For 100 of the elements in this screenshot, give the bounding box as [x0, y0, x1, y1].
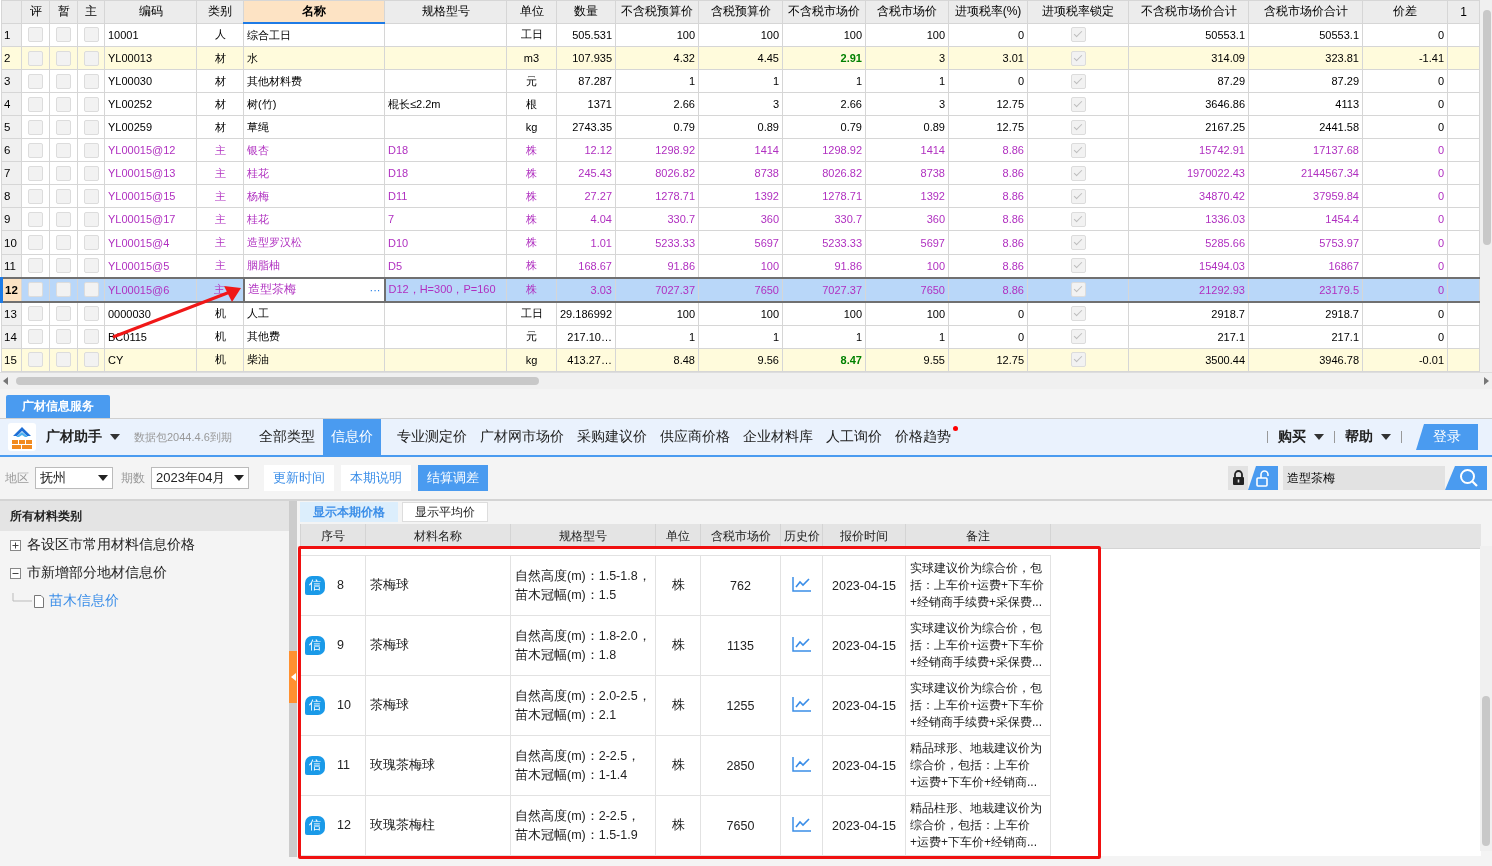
- checkbox[interactable]: [56, 282, 71, 298]
- checkbox[interactable]: [28, 235, 43, 250]
- checkbox[interactable]: [83, 73, 99, 89]
- checkbox[interactable]: [1070, 258, 1086, 274]
- row-number[interactable]: 15: [1, 348, 22, 372]
- checkbox[interactable]: [28, 211, 43, 227]
- checkbox[interactable]: [56, 119, 71, 135]
- line-chart-icon[interactable]: [791, 756, 812, 772]
- column-header[interactable]: 主: [77, 0, 105, 24]
- search-button[interactable]: [1445, 466, 1487, 490]
- expand-icon[interactable]: [10, 539, 21, 551]
- row-number[interactable]: 8: [1, 184, 22, 208]
- column-header[interactable]: 报价时间: [822, 524, 906, 549]
- checkbox[interactable]: [1070, 96, 1086, 112]
- checkbox[interactable]: [56, 211, 71, 227]
- checkbox[interactable]: [1070, 50, 1086, 66]
- nav-tab[interactable]: 采购建议价: [571, 419, 652, 455]
- column-header[interactable]: 含税市场价合计: [1248, 0, 1363, 24]
- column-header[interactable]: 进项税率(%): [948, 0, 1028, 24]
- column-header[interactable]: 备注: [905, 524, 1051, 549]
- checkbox[interactable]: [56, 73, 71, 89]
- menu-button[interactable]: 购买: [1278, 428, 1324, 446]
- row-number[interactable]: 2: [1, 46, 22, 70]
- column-header[interactable]: 含税预算价: [698, 0, 783, 24]
- checkbox[interactable]: [1070, 282, 1086, 298]
- lock-icon[interactable]: [1228, 466, 1248, 490]
- row-number[interactable]: 14: [1, 325, 22, 349]
- checkbox[interactable]: [83, 50, 99, 66]
- view-tab[interactable]: 显示平均价: [402, 502, 488, 522]
- checkbox[interactable]: [1070, 329, 1086, 345]
- column-header[interactable]: 评: [21, 0, 50, 24]
- scrollbar-thumb[interactable]: [1483, 10, 1491, 245]
- checkbox[interactable]: [1070, 235, 1086, 250]
- checkbox[interactable]: [1070, 211, 1086, 227]
- checkbox[interactable]: [83, 306, 99, 322]
- checkbox[interactable]: [56, 258, 71, 274]
- nav-tab[interactable]: 人工询价: [820, 419, 887, 455]
- column-header[interactable]: 数量: [556, 0, 616, 24]
- checkbox[interactable]: [83, 27, 99, 43]
- input-field[interactable]: 造型茶梅: [247, 281, 296, 299]
- checkbox[interactable]: [83, 258, 99, 274]
- collapse-handle[interactable]: [289, 651, 297, 703]
- nav-tab[interactable]: 广材网市场价: [474, 419, 569, 455]
- checkbox[interactable]: [83, 352, 99, 368]
- line-chart-icon[interactable]: [791, 696, 812, 712]
- checkbox[interactable]: [83, 142, 99, 158]
- row-number[interactable]: 9: [1, 207, 22, 231]
- checkbox[interactable]: [28, 329, 43, 345]
- checkbox[interactable]: [83, 329, 99, 345]
- column-header[interactable]: 含税市场价: [865, 0, 949, 24]
- row-number[interactable]: 6: [1, 138, 22, 162]
- checkbox[interactable]: [83, 188, 99, 204]
- nav-tab[interactable]: 专业测定价: [391, 419, 472, 455]
- column-header[interactable]: 价差: [1362, 0, 1448, 24]
- collapse-icon[interactable]: [10, 567, 21, 579]
- checkbox[interactable]: [56, 50, 71, 66]
- checkbox[interactable]: [28, 27, 43, 43]
- checkbox[interactable]: [1070, 306, 1086, 322]
- checkbox[interactable]: [83, 211, 99, 227]
- column-header[interactable]: 暂: [49, 0, 78, 24]
- checkbox[interactable]: [56, 165, 71, 181]
- checkbox[interactable]: [83, 165, 99, 181]
- checkbox[interactable]: [28, 50, 43, 66]
- checkbox[interactable]: [28, 142, 43, 158]
- checkbox[interactable]: [56, 96, 71, 112]
- column-header[interactable]: 编码: [104, 0, 197, 24]
- checkbox[interactable]: [28, 188, 43, 204]
- column-header[interactable]: 类别: [196, 0, 244, 24]
- nav-tab[interactable]: 企业材料库: [737, 419, 818, 455]
- checkbox[interactable]: [28, 282, 43, 298]
- column-header[interactable]: 名称: [243, 0, 385, 24]
- tree-item[interactable]: 各设区市常用材料信息价格: [0, 531, 201, 559]
- row-number[interactable]: 7: [1, 161, 22, 185]
- checkbox[interactable]: [56, 27, 71, 43]
- checkbox[interactable]: [28, 258, 43, 274]
- scrollbar-thumb[interactable]: [16, 377, 539, 385]
- row-number[interactable]: 10: [1, 231, 22, 255]
- checkbox[interactable]: [1070, 142, 1086, 158]
- checkbox[interactable]: [56, 188, 71, 204]
- column-header[interactable]: 规格型号: [384, 0, 507, 24]
- nav-tab[interactable]: 全部类型: [253, 419, 320, 455]
- nav-tab[interactable]: 价格趋势: [889, 419, 956, 455]
- line-chart-icon[interactable]: [791, 816, 812, 832]
- column-header[interactable]: 不含税市场价合计: [1128, 0, 1249, 24]
- search-field[interactable]: 造型茶梅: [1283, 466, 1445, 490]
- checkbox[interactable]: [28, 306, 43, 322]
- checkbox[interactable]: [56, 352, 71, 368]
- column-header[interactable]: 规格型号: [510, 524, 656, 549]
- checkbox[interactable]: [1070, 27, 1086, 43]
- checkbox[interactable]: [1070, 73, 1086, 89]
- more-button[interactable]: ···: [369, 283, 381, 296]
- row-number[interactable]: 11: [1, 254, 22, 278]
- tree-item[interactable]: 市新增部分地材信息价: [0, 559, 173, 587]
- line-chart-icon[interactable]: [791, 636, 812, 652]
- column-header[interactable]: 1: [1447, 0, 1480, 24]
- checkbox[interactable]: [28, 119, 43, 135]
- checkbox[interactable]: [1070, 119, 1086, 135]
- checkbox[interactable]: [1070, 188, 1086, 204]
- checkbox[interactable]: [83, 282, 99, 298]
- column-header[interactable]: 含税市场价: [700, 524, 781, 549]
